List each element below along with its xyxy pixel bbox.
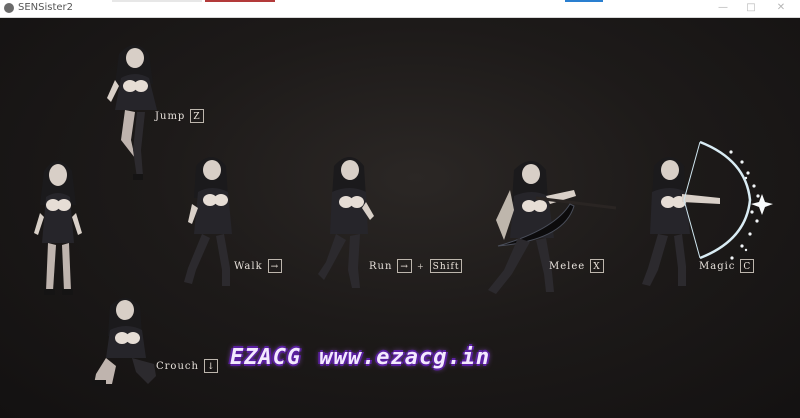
- nun-crouch-sprite: [92, 298, 156, 386]
- key-x: X: [590, 259, 604, 273]
- maximize-icon[interactable]: □: [740, 1, 762, 15]
- action-name: Magic: [699, 260, 736, 272]
- app-icon: [4, 3, 14, 13]
- key-shift: Shift: [429, 259, 463, 273]
- titlebar-strip: [565, 0, 603, 2]
- key-z: Z: [190, 109, 204, 123]
- key-right-arrow: →: [267, 259, 283, 273]
- action-name: Jump: [155, 110, 186, 122]
- window-titlebar: SENSister2 — □ ✕: [0, 0, 800, 18]
- key-c: C: [740, 259, 755, 273]
- key-down-arrow: ↓: [203, 359, 219, 373]
- nun-idle-sprite: [34, 161, 82, 295]
- melee-control-label: Melee X: [549, 259, 604, 273]
- nun-melee-sprite: [488, 161, 617, 294]
- titlebar-strip: [205, 0, 275, 2]
- close-icon[interactable]: ✕: [770, 1, 792, 15]
- walk-control-label: Walk →: [234, 259, 283, 273]
- nun-walk-sprite: [184, 157, 232, 286]
- key-right-arrow: →: [397, 259, 412, 273]
- magic-control-label: Magic C: [699, 259, 755, 273]
- nun-run-sprite: [318, 157, 374, 288]
- action-name: Melee: [549, 260, 586, 272]
- watermark: EZACG www.ezacg.in: [230, 345, 490, 370]
- game-stage: Jump Z Walk → Run → + Shift Melee X Magi…: [0, 18, 800, 418]
- plus-icon: +: [416, 261, 425, 271]
- jump-control-label: Jump Z: [155, 109, 204, 123]
- titlebar-strip: [112, 0, 202, 2]
- action-name: Crouch: [156, 360, 199, 372]
- crouch-control-label: Crouch ↓: [156, 359, 219, 373]
- watermark-url: www.ezacg.in: [319, 345, 491, 370]
- action-name: Walk: [234, 260, 263, 272]
- action-name: Run: [369, 260, 393, 272]
- minimize-icon[interactable]: —: [712, 1, 734, 15]
- watermark-brand: EZACG: [230, 345, 302, 370]
- window-title: SENSister2: [18, 2, 74, 13]
- run-control-label: Run → + Shift: [369, 259, 463, 273]
